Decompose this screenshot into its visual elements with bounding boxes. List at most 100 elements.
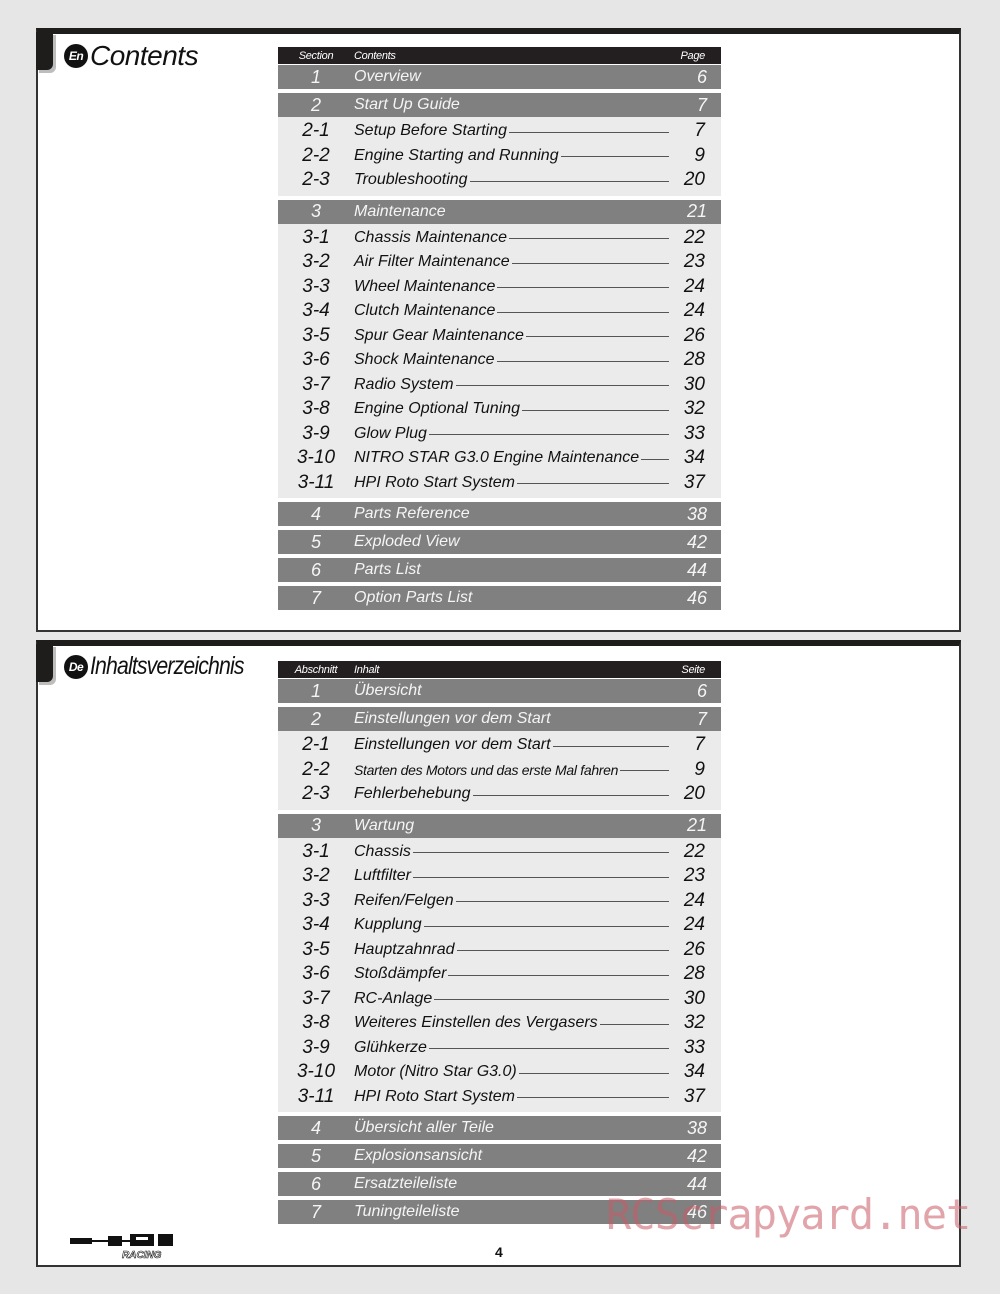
- toc-chapter-row[interactable]: 2 Start Up Guide 7: [278, 93, 721, 117]
- toc-subsection-list: 2-1 Setup Before Starting 7 2-2 Engine Start…: [278, 117, 721, 196]
- header-page: Page: [680, 49, 706, 62]
- toc-chapter-row[interactable]: 4 Übersicht aller Teile 38: [278, 1116, 721, 1140]
- subsection-title: Air Filter Maintenance: [354, 253, 510, 271]
- chapter-title: Parts List: [354, 561, 421, 578]
- subsection-page: 30: [683, 373, 705, 395]
- toc-chapter-row[interactable]: 7 Option Parts List 46: [278, 586, 721, 610]
- subsection-title: NITRO STAR G3.0 Engine Maintenance: [354, 449, 640, 467]
- subsection-title: HPI Roto Start System: [354, 1087, 515, 1105]
- toc-chapter-row[interactable]: 1 Übersicht 6: [278, 679, 721, 703]
- subsection-number: 3-4: [302, 300, 330, 322]
- subsection-page: 32: [683, 1012, 705, 1034]
- page-title: Contents: [90, 40, 199, 71]
- contents-panel-english: En Contents Section Contents Page 1 Overview…: [36, 28, 961, 632]
- subsection-number: 3-1: [302, 226, 330, 248]
- chapter-number: 5: [310, 531, 321, 552]
- subsection-title: Engine Starting and Running: [354, 146, 559, 164]
- subsection-number: 2-3: [302, 783, 330, 805]
- toc-subsection-row[interactable]: 3-1 Chassis 22: [278, 840, 721, 865]
- toc-subsection-row[interactable]: 3-8 Weiteres Einstellen des Vergasers 32: [278, 1011, 721, 1036]
- toc-chapter-row[interactable]: 1 Overview 6: [278, 65, 721, 89]
- header-contents: Contents: [354, 49, 396, 62]
- toc-subsection-row[interactable]: 3-5 Hauptzahnrad 26: [278, 938, 721, 963]
- subsection-page: 9: [694, 144, 705, 166]
- chapter-number: 4: [310, 1117, 321, 1138]
- leader-line: [428, 1048, 669, 1050]
- chapter-title: Start Up Guide: [354, 96, 460, 113]
- toc-subsection-row[interactable]: 3-9 Glow Plug 33: [278, 422, 721, 447]
- toc-subsection-row[interactable]: 2-2 Starten des Motors und das erste Mal …: [278, 758, 721, 783]
- subsection-page: 20: [683, 169, 705, 191]
- logo-letter-i: [158, 1234, 173, 1246]
- toc-subsection-row[interactable]: 3-2 Air Filter Maintenance 23: [278, 250, 721, 275]
- subsection-page: 23: [683, 251, 705, 273]
- leader-line: [599, 1023, 669, 1025]
- panel-heading: De Inhaltsverzeichnis: [64, 652, 271, 681]
- toc-subsection-row[interactable]: 3-9 Glühkerze 33: [278, 1036, 721, 1061]
- subsection-title: Chassis Maintenance: [354, 228, 507, 246]
- toc-subsection-row[interactable]: 3-7 RC-Anlage 30: [278, 987, 721, 1012]
- watermark: RCScrapyard.net: [606, 1190, 971, 1239]
- chapter-page: 6: [696, 680, 707, 701]
- toc-chapter-row[interactable]: 4 Parts Reference 38: [278, 502, 721, 526]
- toc-subsection-row[interactable]: 2-3 Fehlerbehebung 20: [278, 782, 721, 807]
- subsection-title: Wheel Maintenance: [354, 277, 496, 295]
- leader-line: [412, 852, 669, 854]
- toc-chapter-row[interactable]: 5 Exploded View 42: [278, 530, 721, 554]
- toc-subsection-row[interactable]: 3-6 Stoßdämpfer 28: [278, 962, 721, 987]
- leader-line: [428, 434, 669, 436]
- chapter-title: Einstellungen vor dem Start: [354, 710, 551, 727]
- subsection-page: 26: [683, 324, 705, 346]
- toc-subsection-row[interactable]: 3-11 HPI Roto Start System 37: [278, 1085, 721, 1110]
- subsection-title: RC-Anlage: [354, 989, 433, 1007]
- toc-subsection-row[interactable]: 3-5 Spur Gear Maintenance 26: [278, 324, 721, 349]
- subsection-number: 2-3: [302, 169, 330, 191]
- logo-line: [122, 1240, 130, 1242]
- header-section: Abschnitt: [294, 663, 338, 676]
- chapter-number: 1: [310, 66, 321, 87]
- toc-subsection-row[interactable]: 2-1 Setup Before Starting 7: [278, 119, 721, 144]
- chapter-page: 42: [686, 531, 707, 552]
- chapter-page: 21: [686, 815, 707, 835]
- leader-line: [497, 311, 669, 313]
- toc-subsection-row[interactable]: 3-4 Clutch Maintenance 24: [278, 299, 721, 324]
- toc-chapter-row[interactable]: 3 Maintenance 21: [278, 199, 721, 224]
- subsection-page: 9: [694, 758, 705, 780]
- toc-subsection-row[interactable]: 2-2 Engine Starting and Running 9: [278, 144, 721, 169]
- subsection-page: 24: [683, 300, 705, 322]
- leader-line: [525, 336, 669, 338]
- subsection-number: 3-5: [302, 938, 330, 960]
- toc-subsection-row[interactable]: 3-3 Reifen/Felgen 24: [278, 889, 721, 914]
- language-badge-icon: En: [64, 44, 88, 68]
- toc-subsection-row[interactable]: 3-8 Engine Optional Tuning 32: [278, 397, 721, 422]
- toc-subsection-row[interactable]: 3-11 HPI Roto Start System 37: [278, 471, 721, 496]
- toc-subsection-row[interactable]: 3-7 Radio System 30: [278, 373, 721, 398]
- chapter-number: 6: [310, 559, 321, 580]
- logo-line: [92, 1240, 108, 1242]
- toc-subsection-row[interactable]: 2-1 Einstellungen vor dem Start 7: [278, 733, 721, 758]
- leader-line: [469, 180, 669, 182]
- subsection-page: 24: [683, 889, 705, 911]
- toc-subsection-row[interactable]: 3-10 NITRO STAR G3.0 Engine Maintenance 34: [278, 446, 721, 471]
- toc-subsection-row[interactable]: 3-2 Luftfilter 23: [278, 864, 721, 889]
- toc-chapter-row[interactable]: 5 Explosionsansicht 42: [278, 1144, 721, 1168]
- leader-line: [508, 131, 669, 133]
- toc-subsection-row[interactable]: 3-4 Kupplung 24: [278, 913, 721, 938]
- subsection-page: 24: [683, 914, 705, 936]
- toc-subsection-row[interactable]: 3-10 Motor (Nitro Star G3.0) 34: [278, 1060, 721, 1085]
- toc-subsection-row[interactable]: 3-6 Shock Maintenance 28: [278, 348, 721, 373]
- toc-chapter-row[interactable]: 2 Einstellungen vor dem Start 7: [278, 707, 721, 731]
- chapter-page: 21: [686, 201, 707, 221]
- chapter-page: 7: [696, 94, 707, 115]
- subsection-number: 3-7: [302, 373, 330, 395]
- toc-table: Section Contents Page 1 Overview 6 2 Start Up G…: [278, 47, 721, 610]
- toc-subsection-row[interactable]: 2-3 Troubleshooting 20: [278, 168, 721, 193]
- subsection-number: 2-2: [302, 758, 330, 780]
- leader-line: [522, 409, 669, 411]
- toc-subsection-row[interactable]: 3-3 Wheel Maintenance 24: [278, 275, 721, 300]
- toc-chapter-row[interactable]: 6 Parts List 44: [278, 558, 721, 582]
- leader-line: [455, 385, 669, 387]
- toc-subsection-row[interactable]: 3-1 Chassis Maintenance 22: [278, 226, 721, 251]
- toc-chapter-row[interactable]: 3 Wartung 21: [278, 813, 721, 838]
- subsection-page: 28: [683, 963, 705, 985]
